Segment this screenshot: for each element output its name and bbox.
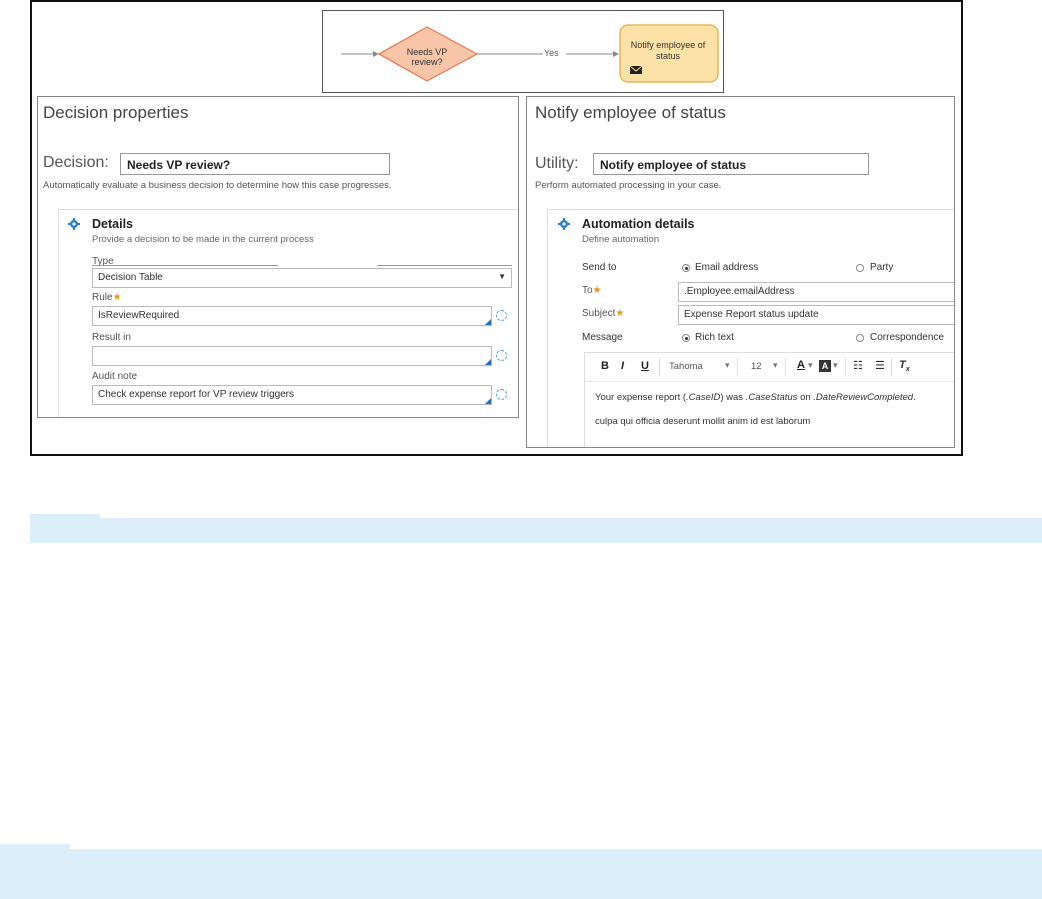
step-node-label[interactable]: Notify employee of status [628, 40, 708, 62]
info-bar-tab [0, 844, 70, 850]
gear-icon [68, 218, 80, 230]
details-card: Details Provide a decision to be made in… [58, 209, 518, 417]
required-marker: ★ [615, 308, 625, 319]
type-select-value: Decision Table [98, 272, 163, 283]
panel-title: Notify employee of status [535, 103, 726, 122]
rule-value: IsReviewRequired [98, 310, 180, 321]
resize-corner-icon [485, 398, 491, 404]
audit-value: Check expense report for VP review trigg… [98, 389, 295, 400]
chevron-down-icon[interactable]: ▾ [773, 360, 778, 371]
radio-rich-text[interactable] [682, 334, 690, 342]
connector-label: Yes [544, 48, 559, 58]
radio-correspondence[interactable] [856, 334, 864, 342]
utility-panel: Notify employee of status Utility: Notif… [526, 96, 955, 448]
editor-line-1: Your expense report (.CaseID) was .CaseS… [595, 392, 916, 403]
details-subtitle: Provide a decision to be made in the cur… [92, 234, 314, 245]
info-bar-tab [30, 514, 100, 520]
resize-corner-icon [485, 359, 491, 365]
result-label: Result in [92, 332, 131, 343]
required-marker: ★ [112, 292, 122, 303]
gear-picker-icon[interactable] [496, 310, 507, 321]
utility-description: Perform automated processing in your cas… [535, 180, 722, 191]
audit-label: Audit note [92, 371, 138, 382]
automation-card: Automation details Define automation Sen… [547, 209, 954, 447]
radio-party[interactable] [856, 264, 864, 272]
automation-subtitle: Define automation [582, 234, 660, 245]
editor-toolbar: B I U Tahoma ▾ 12 ▾ A ▾ A ▾ ☷ ☰ Tx [585, 353, 954, 382]
rich-text-editor[interactable]: B I U Tahoma ▾ 12 ▾ A ▾ A ▾ ☷ ☰ Tx Your … [584, 352, 954, 447]
info-bar [30, 518, 1042, 543]
required-marker: ★ [592, 285, 602, 296]
panel-title: Decision properties [43, 103, 189, 122]
subject-input[interactable]: Expense Report status update [678, 305, 954, 325]
chevron-down-icon[interactable]: ▾ [725, 360, 730, 371]
decision-label: Decision: [43, 154, 109, 171]
flow-diagram: Needs VP review? Yes Notify employee of … [322, 10, 724, 93]
rule-input[interactable]: IsReviewRequired [92, 306, 492, 326]
subject-label: Subject★ [582, 308, 625, 319]
audit-input[interactable]: Check expense report for VP review trigg… [92, 385, 492, 405]
size-select[interactable]: 12 [751, 361, 762, 372]
result-input[interactable] [92, 346, 492, 366]
resize-corner-icon [485, 319, 491, 325]
decision-name-input[interactable]: Needs VP review? [120, 153, 390, 175]
decision-description: Automatically evaluate a business decisi… [43, 180, 392, 191]
details-title: Details [92, 217, 133, 231]
font-select[interactable]: Tahoma [669, 361, 703, 372]
text-color-button[interactable]: A [797, 359, 805, 371]
gear-picker-icon[interactable] [496, 389, 507, 400]
dropdown-arrow-icon: ▼ [498, 272, 506, 281]
numbered-list-icon[interactable]: ☰ [875, 359, 885, 372]
to-label: To★ [582, 285, 602, 296]
utility-label: Utility: [535, 155, 579, 172]
radio-email-label: Email address [695, 262, 759, 273]
screenshot-frame: Needs VP review? Yes Notify employee of … [30, 0, 963, 456]
radio-correspondence-label: Correspondence [870, 332, 944, 343]
mail-icon [639, 65, 651, 75]
radio-rich-text-label: Rich text [695, 332, 734, 343]
chevron-down-icon[interactable]: ▾ [833, 360, 838, 371]
bold-button[interactable]: B [601, 360, 609, 372]
to-input[interactable]: .Employee.emailAddress [678, 282, 954, 302]
italic-button[interactable]: I [621, 360, 624, 372]
editor-line-2: culpa qui officia deserunt mollit anim i… [595, 416, 811, 427]
bullet-list-icon[interactable]: ☷ [853, 359, 863, 372]
decision-properties-panel: Decision properties Decision: Needs VP r… [37, 96, 519, 418]
utility-name-input[interactable]: Notify employee of status [593, 153, 869, 175]
chevron-down-icon[interactable]: ▾ [808, 360, 813, 371]
automation-title: Automation details [582, 217, 695, 231]
message-label: Message [582, 332, 623, 343]
send-to-label: Send to [582, 262, 617, 273]
decision-node-label[interactable]: Needs VP review? [391, 47, 463, 67]
info-bar [0, 849, 1042, 899]
radio-party-label: Party [870, 262, 894, 273]
gear-icon [558, 218, 570, 230]
type-select[interactable]: Decision Table ▼ [92, 268, 512, 288]
rule-label: Rule★ [92, 292, 122, 303]
radio-email[interactable] [682, 264, 690, 272]
clear-format-icon[interactable]: Tx [899, 359, 910, 373]
bg-color-button[interactable]: A [819, 360, 831, 372]
gear-picker-icon[interactable] [496, 350, 507, 361]
underline-button[interactable]: U [641, 360, 649, 372]
